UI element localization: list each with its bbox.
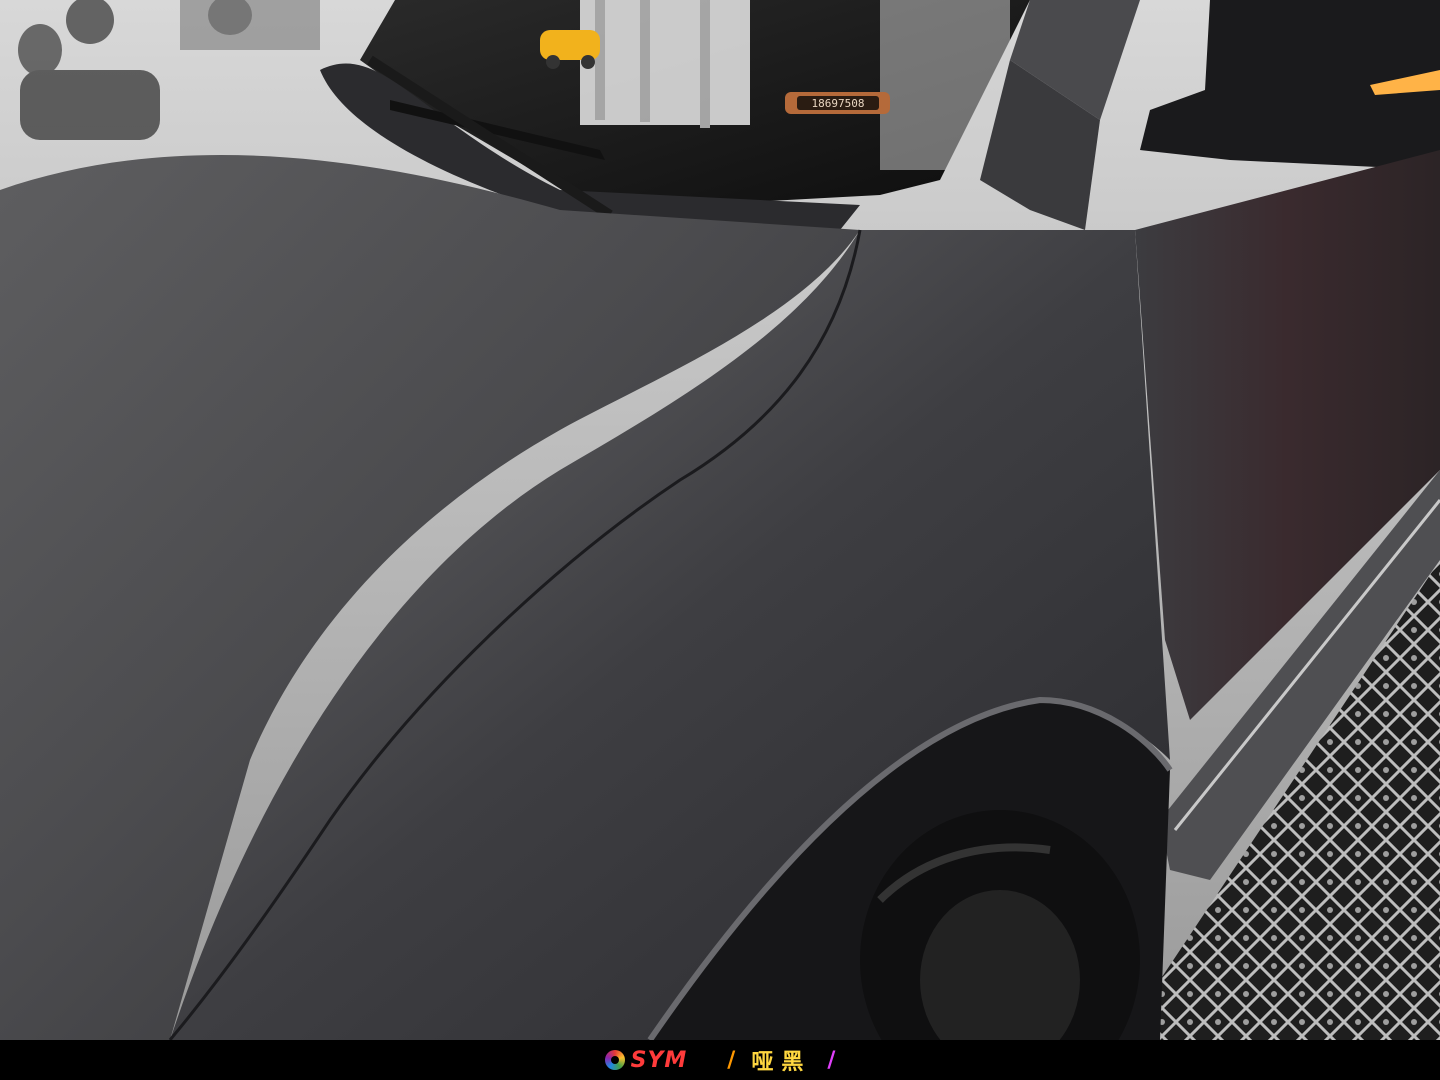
caption-text: 哑黑 (751, 1050, 812, 1075)
brand-logo: SYM (604, 1047, 688, 1073)
photo-scene: 18697508 (0, 0, 1440, 1040)
parking-number-text: 18697508 (812, 97, 865, 110)
caption-right-mark: / (827, 1047, 836, 1073)
brand-circle-icon (604, 1050, 625, 1070)
caption-left-mark: / (727, 1047, 736, 1073)
caption-tag: / 哑黑 / (727, 1044, 835, 1076)
brand-name: SYM (630, 1047, 688, 1073)
caption-bar: SYM / 哑黑 / (0, 1040, 1440, 1080)
